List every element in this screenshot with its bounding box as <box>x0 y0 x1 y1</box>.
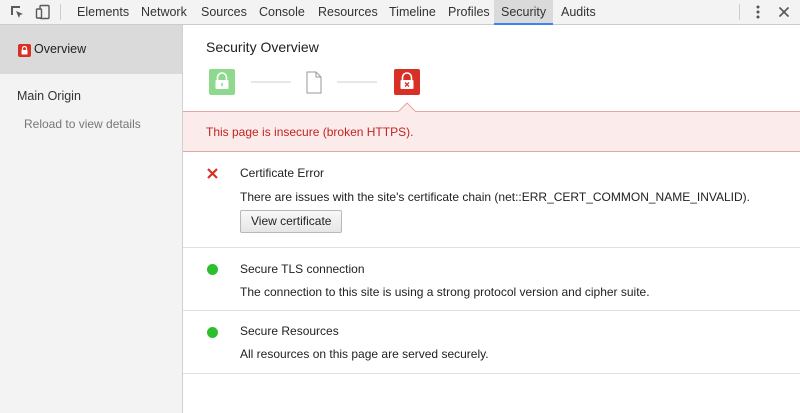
sidebar-item-label: Overview <box>34 42 87 56</box>
security-overview-panel: Security Overview This page is insecure … <box>183 25 800 413</box>
secure-status-dot-icon <box>207 264 218 275</box>
error-cross-icon <box>207 168 218 179</box>
insecure-lock-icon <box>18 44 31 57</box>
section-description: All resources on this page are served se… <box>240 347 489 361</box>
section-title: Certificate Error <box>240 166 325 180</box>
security-sidebar: Overview Main Origin Reload to view deta… <box>0 25 183 413</box>
more-options-icon[interactable] <box>750 4 766 20</box>
tab-timeline[interactable]: Timeline <box>382 0 443 25</box>
pointer-joint <box>399 111 415 113</box>
toolbar-divider <box>60 4 61 20</box>
devtools-toolbar: Elements Network Sources Console Resourc… <box>0 0 800 25</box>
banner-text: This page is insecure (broken HTTPS). <box>206 125 414 139</box>
section-title: Secure Resources <box>240 324 339 338</box>
tab-profiles[interactable]: Profiles <box>441 0 497 25</box>
certificate-error-section: Certificate Error There are issues with … <box>183 152 800 248</box>
tab-security[interactable]: Security <box>494 0 553 25</box>
close-icon[interactable] <box>776 4 792 20</box>
tab-sources[interactable]: Sources <box>194 0 254 25</box>
tab-elements[interactable]: Elements <box>70 0 136 25</box>
inspect-element-icon[interactable] <box>9 4 25 20</box>
tab-console[interactable]: Console <box>252 0 312 25</box>
sidebar-main-origin-heading: Main Origin <box>17 89 81 103</box>
security-state-diagram <box>209 69 420 113</box>
sidebar-item-overview[interactable]: Overview <box>0 25 182 74</box>
insecure-banner: This page is insecure (broken HTTPS). <box>183 111 800 152</box>
tab-resources[interactable]: Resources <box>311 0 385 25</box>
secure-resources-section: Secure Resources All resources on this p… <box>183 311 800 374</box>
section-description: There are issues with the site's certifi… <box>240 190 751 204</box>
tab-audits[interactable]: Audits <box>554 0 603 25</box>
tab-network[interactable]: Network <box>134 0 194 25</box>
view-certificate-button[interactable]: View certificate <box>240 210 343 233</box>
sidebar-reload-hint: Reload to view details <box>24 117 141 131</box>
toolbar-divider <box>739 4 740 20</box>
secure-tls-section: Secure TLS connection The connection to … <box>183 248 800 311</box>
document-icon <box>306 71 322 94</box>
section-description: The connection to this site is using a s… <box>240 285 650 299</box>
secure-status-dot-icon <box>207 327 218 338</box>
secure-lock-icon <box>209 69 235 95</box>
section-title: Secure TLS connection <box>240 262 365 276</box>
device-mode-icon[interactable] <box>35 4 51 20</box>
insecure-lock-icon <box>394 69 420 95</box>
